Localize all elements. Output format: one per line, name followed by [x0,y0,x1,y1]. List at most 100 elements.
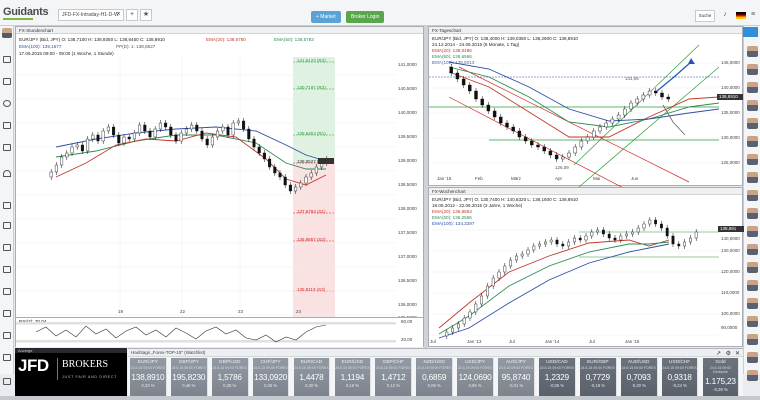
ticker-item[interactable]: EUR/USD 24.6.15 09:00 FOREX 1,1194 0,19 % [334,358,372,396]
monitor-icon-9[interactable] [3,378,11,385]
user-avatar-15[interactable] [747,298,758,309]
ticker-date: 24.6.15 09:00 FOREX [580,366,616,370]
monitor-icon-8[interactable] [3,354,11,361]
clock-icon[interactable] [3,100,11,107]
y-tick-label: 136,0000 [398,302,417,307]
ticker-name: GBP/JPY [178,360,199,365]
candle [607,233,611,239]
candle [236,120,240,124]
candle [91,134,95,140]
list-icon[interactable] [3,122,11,129]
jfd-logo[interactable]: JFD [18,356,49,376]
candle [677,243,681,247]
german-flag-icon[interactable] [736,12,746,19]
close-tab-icon[interactable]: × [115,10,122,20]
candle [486,285,489,297]
candle [598,126,602,132]
user-avatar-10[interactable] [747,208,758,219]
ticker-val: 0,7093 [626,372,651,382]
ticker-item[interactable]: USD/CAD 24.6.15 09:00 FOREX 1,2329 -0,05 % [539,358,576,396]
expand-icon[interactable]: ↗ [716,350,721,357]
settings-icon[interactable]: ⚙ [726,350,731,357]
user-avatar-7[interactable] [747,154,758,165]
ticker-item[interactable]: EUR/GBP 24.6.15 09:00 FOREX 0,7729 -0,19 % [579,358,617,396]
user-avatar-1[interactable] [747,46,758,57]
monitor-icon-7[interactable] [3,332,11,339]
ticker-item[interactable]: AUD/JPY 24.6.15 09:00 FOREX 95,8740 -0,01 % [498,358,535,396]
user-avatar-5[interactable] [747,118,758,129]
user-avatar-12[interactable] [747,244,758,255]
monitor-icon-3[interactable] [3,244,11,251]
ticker-date: 24.6.15 09:00 FOREX [294,366,329,370]
user-avatar-6[interactable] [747,136,758,147]
user-avatar-9[interactable] [747,190,758,201]
search-button[interactable]: Suche [695,10,715,22]
window-icon[interactable] [3,78,11,85]
weekly-chart-panel[interactable]: FX-Wochenchart EUR/JPY (Bid, JPY) O: 130… [428,187,744,347]
candle [474,90,478,100]
ticker-item[interactable]: USD/CHF 24.6.15 09:00 FOREX 0,9318 -0,24 % [661,358,699,396]
candle [158,122,162,130]
x-tick-label: Jan '15 [437,176,452,181]
calendar-icon[interactable] [3,144,11,151]
desktop-icon[interactable] [3,56,11,63]
watchlist-title: Hashtags „Forex-TOP-15" (Watchlist) [128,349,743,357]
add-market-button[interactable]: + Market [311,11,341,23]
candle [445,331,449,337]
gauge-icon[interactable] [3,170,11,177]
ticker-item[interactable]: Gold 24.6.15 09:00 Deutsche 1.175,23 -0,39 … [702,358,740,396]
user-avatar-3[interactable] [747,82,758,93]
user-avatar-4[interactable] [747,100,758,111]
user-avatar-16[interactable] [747,316,758,327]
monitor-icon-6[interactable] [3,310,11,317]
add-tab-button[interactable]: + [126,9,138,21]
hourly-chart-panel[interactable]: FX-Stundenchart EUR/JPY (Bid, JPY) O: 13… [15,26,424,347]
monitor-icon-2[interactable] [3,222,11,229]
user-avatar-17[interactable] [747,334,758,345]
user-avatar-19[interactable] [747,370,758,381]
user-avatar-8[interactable] [747,172,758,183]
ticker-date: 24.6.15 09:00 FOREX [335,366,370,370]
ticker-item[interactable]: NZD/USD 24.6.15 09:00 FOREX 0,6859 0,06 % [416,358,454,396]
horizontal-scrollbar[interactable] [0,396,760,400]
ticker-item[interactable]: GBP/JPY 24.6.15 09:00 FOREX 195,8230 0,48 % [170,358,208,396]
bell-icon[interactable]: ♪ [721,11,729,19]
ticker-item[interactable]: GBP/USD 24.6.15 09:00 FOREX 1,5786 0,38 % [211,358,249,396]
ema20-line [448,71,720,138]
ticker-item[interactable]: CHF/JPY 24.6.15 09:00 FOREX 133,0920 0,36 % [252,358,290,396]
ticker-item[interactable]: GBP/CHF 24.6.15 09:00 FOREX 1,4712 0,12 % [375,358,413,396]
ticker-item[interactable]: USD/JPY 24.6.15 09:00 FOREX 124,0690 0,06 % [457,358,494,396]
user-avatar[interactable] [2,28,12,38]
monitor-icon[interactable] [3,202,11,209]
user-avatar-18[interactable] [747,352,758,363]
ticker-item[interactable]: EUR/CAD 24.6.15 09:00 FOREX 1,4478 0,30 % [293,358,331,396]
candle [242,120,246,130]
pivot-s2-label: 136,9857 (S2) [297,237,326,242]
candle [542,146,546,152]
user-avatar-11[interactable] [747,226,758,237]
ticker-item[interactable]: AUD/USD 24.6.15 09:00 FOREX 0,7093 -0,20 % [620,358,658,396]
ticker-item[interactable]: EUR/JPY 24.6.15 09:00 FOREX 138,8910 0,33 % [130,358,167,396]
ticker-chg: 0,38 % [223,383,237,388]
user-avatar-14[interactable] [747,280,758,291]
ticker-chg: 0,48 % [182,383,196,388]
ticker-name: USD/CHF [668,360,691,365]
monitor-icon-5[interactable] [3,288,11,295]
ticker-chg: 0,06 % [468,383,482,388]
daily-chart-panel[interactable]: FX-Tageschart EUR/JPY (Bid, JPY) O: 138,… [428,26,743,187]
ema100-line [438,243,670,339]
monitor-icon-4[interactable] [3,266,11,273]
candle [613,237,617,241]
star-icon[interactable]: ★ [140,9,152,21]
menu-icon[interactable]: ≡ [749,11,757,19]
close-icon[interactable]: ✕ [735,350,740,357]
user-avatar-13[interactable] [747,262,758,273]
candle [294,186,298,192]
broker-login-button[interactable]: Broker Login [346,11,385,23]
candle [226,126,230,136]
rsi-panel[interactable]: RSI(7): 70,04 80,00 20,00 [16,317,423,347]
user-avatar-2[interactable] [747,64,758,75]
guidants-logo[interactable]: Guidants [3,6,49,18]
candle [497,271,501,279]
ticker-val: 1,5786 [217,372,242,382]
